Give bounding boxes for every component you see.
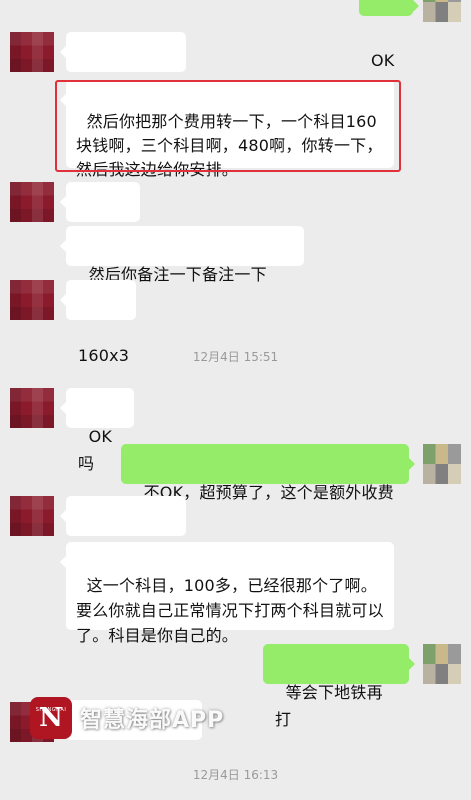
timestamp: 12月4日 15:51 [192, 350, 279, 364]
contact-avatar[interactable] [10, 182, 54, 222]
voice-message[interactable]: 7" [60, 32, 186, 116]
watermark: SHANGHAI N 智慧海部APP [30, 694, 224, 742]
contact-avatar[interactable] [10, 388, 54, 428]
text-message: 这一个科目，100多，已经很那个了啊。要么你就自己正常情况下打两个科目就可以了。… [60, 542, 394, 645]
logo-small-text: SHANGHAI [35, 707, 67, 713]
outgoing-text-message: 不OK，超预算了，这个是额外收费 [121, 444, 415, 502]
voice-message[interactable]: 7" [60, 496, 186, 580]
contact-avatar[interactable] [10, 496, 54, 536]
message-text: OK [371, 51, 395, 70]
contact-avatar[interactable] [10, 32, 54, 72]
highlight-box [55, 80, 401, 172]
text-message: 160x3 [60, 280, 136, 365]
self-avatar[interactable] [423, 0, 461, 22]
message-text: OK 吗 [78, 427, 118, 473]
app-logo: SHANGHAI N [30, 697, 72, 739]
watermark-text: 智慧海部APP [80, 708, 225, 733]
message-text: 这一个科目，100多，已经很那个了啊。要么你就自己正常情况下打两个科目就可以了。… [76, 576, 384, 645]
contact-avatar[interactable] [10, 280, 54, 320]
outgoing-text-message: 等会下地铁再打 [263, 644, 415, 729]
text-message: OK 吗 [60, 388, 134, 473]
timestamp: 12月4日 16:13 [192, 768, 279, 782]
message-text: 等会下地铁再打 [275, 683, 383, 729]
self-avatar[interactable] [423, 444, 461, 484]
voice-message[interactable]: 2" [60, 182, 140, 266]
outgoing-bubble-ok: OK [359, 0, 419, 70]
text-message: 然后你备注一下备注一下啊。 [60, 226, 304, 311]
self-avatar[interactable] [423, 644, 461, 684]
